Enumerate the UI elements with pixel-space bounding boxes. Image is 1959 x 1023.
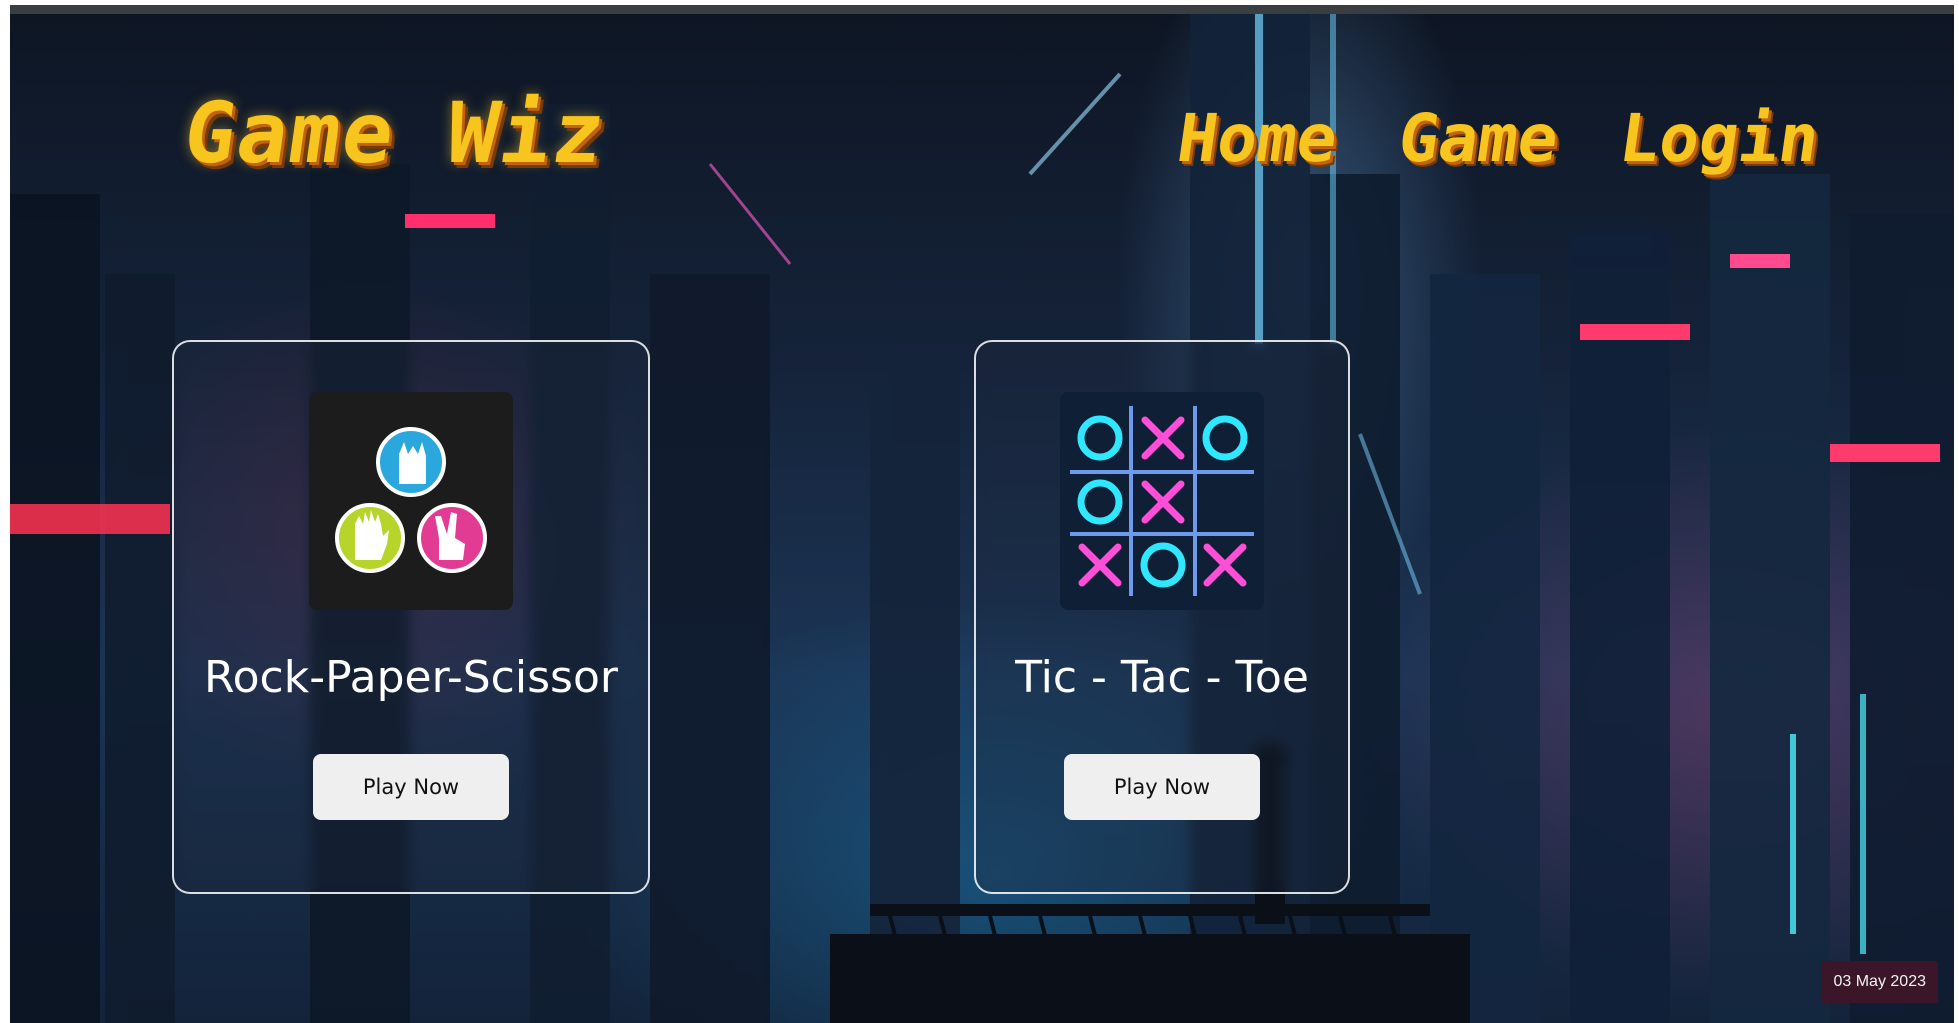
game-title: Tic - Tac - Toe	[1015, 652, 1309, 703]
play-now-button[interactable]: Play Now	[1064, 754, 1260, 820]
page-background: Game Wiz Home Game Login Rock-Paper-Scis…	[10, 14, 1954, 1023]
game-card-rock-paper-scissor: Rock-Paper-Scissor Play Now	[172, 340, 650, 894]
game-wiz-logo[interactable]: Game Wiz	[178, 84, 612, 182]
game-title: Rock-Paper-Scissor	[204, 652, 618, 703]
tic-tac-toe-icon	[1060, 392, 1264, 610]
nav-login-link[interactable]: Login	[1614, 100, 1824, 177]
nav-game-link[interactable]: Game	[1394, 100, 1564, 177]
play-now-button[interactable]: Play Now	[313, 754, 509, 820]
game-card-tic-tac-toe: Tic - Tac - Toe Play Now	[974, 340, 1350, 894]
main-nav: Home Game Login	[1173, 100, 1881, 177]
nav-home-link[interactable]: Home	[1173, 100, 1343, 177]
rock-paper-scissors-icon	[309, 392, 513, 610]
window-top-bar	[10, 5, 1954, 14]
date-badge: 03 May 2023	[1821, 961, 1938, 1003]
